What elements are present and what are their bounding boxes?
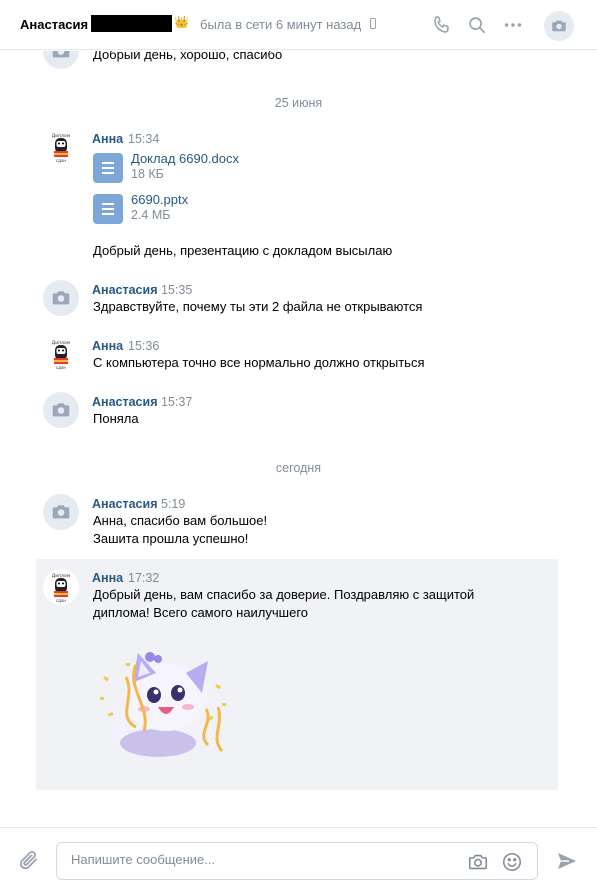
message-time[interactable]: 17:32 bbox=[128, 571, 159, 585]
camera-placeholder-icon bbox=[552, 20, 566, 32]
message-text: Добрый день, хорошо, спасибо bbox=[93, 51, 283, 62]
mobile-device-icon bbox=[370, 18, 376, 29]
crown-icon: 👑 bbox=[174, 15, 189, 29]
phone-call-icon[interactable] bbox=[431, 14, 453, 36]
svg-text:сдан: сдан bbox=[56, 598, 66, 603]
message-time[interactable]: 15:37 bbox=[161, 395, 192, 409]
message-anna-1534[interactable]: Диплом сдан Анна 15:34 Доклад 6690.docx … bbox=[36, 127, 558, 267]
message-anastasia-519[interactable]: Анастасия 5:19 Анна, спасибо вам большое… bbox=[36, 493, 558, 553]
avatar[interactable] bbox=[43, 280, 79, 316]
avatar-anna[interactable]: Диплом сдан bbox=[43, 129, 79, 165]
message-time[interactable]: 15:36 bbox=[128, 339, 159, 353]
document-title[interactable]: Доклад 6690.docx bbox=[131, 151, 239, 166]
message-author[interactable]: Анна bbox=[92, 339, 123, 353]
message-input[interactable] bbox=[71, 852, 451, 867]
document-attachment[interactable]: 6690.pptx 2.4 МБ bbox=[93, 192, 293, 224]
chat-header: Анастасия 👑 была в сети 6 минут назад bbox=[0, 0, 597, 50]
sticker-avatar-icon: Диплом сдан bbox=[52, 573, 70, 603]
document-attachment[interactable]: Доклад 6690.docx 18 КБ bbox=[93, 151, 293, 183]
contact-name[interactable]: Анастасия bbox=[20, 17, 88, 32]
cat-sticker-image[interactable] bbox=[96, 647, 231, 757]
camera-placeholder-icon bbox=[52, 291, 70, 305]
sticker-avatar-icon: Диплом сдан bbox=[52, 133, 70, 163]
message-time[interactable]: 15:35 bbox=[161, 283, 192, 297]
message-history[interactable]: Добрый день, хорошо, спасибо 25 июня Дип… bbox=[0, 51, 597, 827]
contact-avatar[interactable] bbox=[544, 11, 574, 41]
date-separator: сегодня bbox=[275, 461, 322, 475]
document-size: 2.4 МБ bbox=[131, 208, 171, 222]
camera-icon[interactable] bbox=[467, 851, 489, 873]
message-text-line: диплома! Всего самого наилучшего bbox=[93, 605, 309, 620]
message-author[interactable]: Анна bbox=[92, 571, 123, 585]
avatar-anna[interactable]: Диплом сдан bbox=[43, 569, 79, 605]
message-author[interactable]: Анастасия bbox=[92, 395, 158, 409]
sticker-avatar-icon: Диплом сдан bbox=[52, 340, 70, 370]
message-author[interactable]: Анастасия bbox=[92, 283, 158, 297]
online-status: была в сети 6 минут назад bbox=[200, 17, 362, 32]
message-text-line: Анна, спасибо вам большое! bbox=[93, 513, 268, 528]
message-text: С компьютера точно все нормально должно … bbox=[93, 355, 425, 370]
document-icon[interactable] bbox=[93, 153, 123, 183]
svg-text:сдан: сдан bbox=[56, 158, 66, 163]
message-text: Добрый день, презентацию с докладом высы… bbox=[93, 243, 393, 258]
attach-paperclip-icon[interactable] bbox=[17, 848, 41, 872]
avatar-anna[interactable]: Диплом сдан bbox=[43, 336, 79, 372]
message-anastasia-1537[interactable]: Анастасия 15:37 Поняла bbox=[36, 391, 558, 435]
message-text-line: Зашита прошла успешно! bbox=[93, 531, 249, 546]
avatar[interactable] bbox=[43, 392, 79, 428]
avatar[interactable] bbox=[43, 51, 79, 69]
avatar[interactable] bbox=[43, 494, 79, 530]
message-time[interactable]: 15:34 bbox=[128, 132, 159, 146]
message-author[interactable]: Анастасия bbox=[92, 497, 158, 511]
message-composer bbox=[0, 827, 597, 894]
message-anastasia-1535[interactable]: Анастасия 15:35 Здравствуйте, почему ты … bbox=[36, 279, 558, 323]
svg-text:сдан: сдан bbox=[56, 365, 66, 370]
message-text: Поняла bbox=[93, 411, 139, 426]
message-text: Здравствуйте, почему ты эти 2 файла не о… bbox=[93, 299, 423, 314]
message-text-line: Добрый день, вам спасибо за доверие. Поз… bbox=[93, 587, 475, 602]
document-size: 18 КБ bbox=[131, 167, 164, 181]
more-options-icon[interactable] bbox=[502, 14, 524, 36]
message-time[interactable]: 5:19 bbox=[161, 497, 185, 511]
redacted-surname bbox=[91, 15, 172, 32]
message-anna-1536[interactable]: Диплом сдан Анна 15:36 С компьютера точн… bbox=[36, 335, 558, 379]
document-icon[interactable] bbox=[93, 194, 123, 224]
camera-placeholder-icon bbox=[52, 505, 70, 519]
date-separator: 25 июня bbox=[274, 96, 323, 110]
emoji-smile-icon[interactable] bbox=[501, 851, 523, 873]
send-icon[interactable] bbox=[555, 849, 579, 873]
camera-placeholder-icon bbox=[52, 403, 70, 417]
search-icon[interactable] bbox=[466, 14, 488, 36]
camera-placeholder-icon bbox=[52, 51, 70, 58]
message-anna-1732[interactable]: Диплом сдан Анна 17:32 Добрый день, вам … bbox=[36, 559, 558, 790]
message-author[interactable]: Анна bbox=[92, 132, 123, 146]
message-field[interactable] bbox=[56, 842, 538, 880]
document-title[interactable]: 6690.pptx bbox=[131, 192, 188, 207]
